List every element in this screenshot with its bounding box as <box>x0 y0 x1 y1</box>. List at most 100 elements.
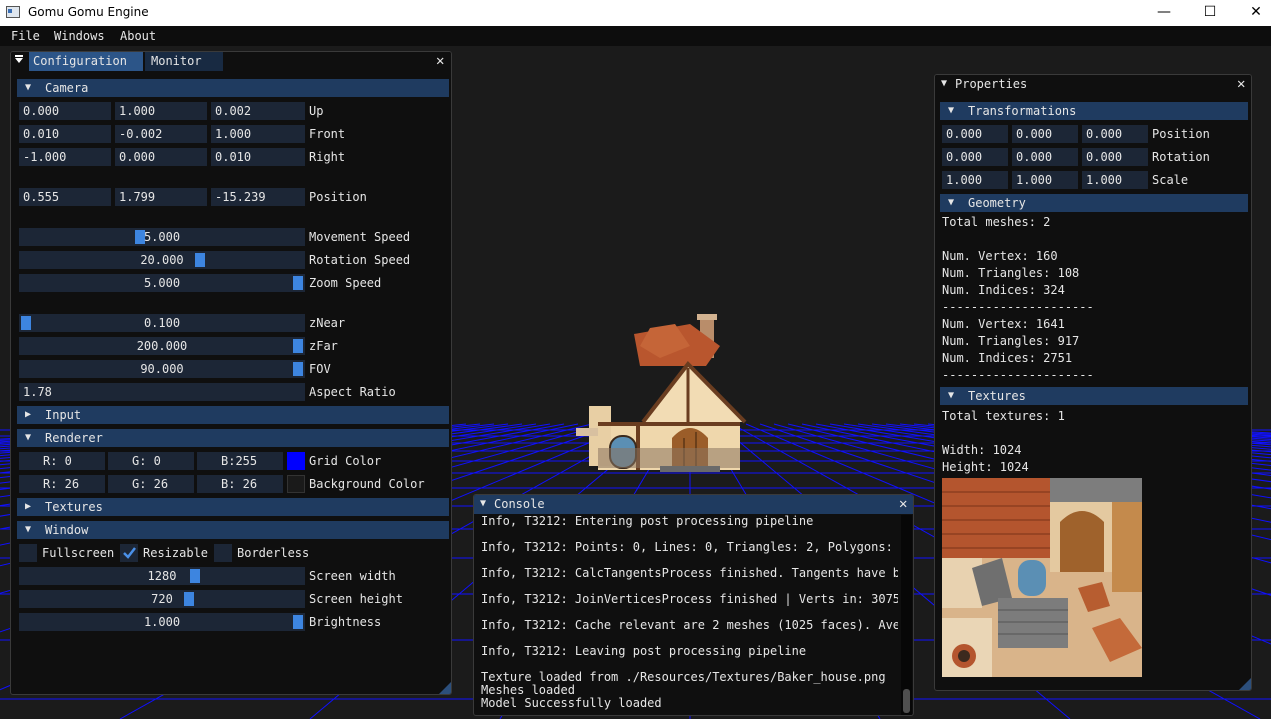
collapsed-arrow-icon: ▶ <box>25 409 32 420</box>
resizable-checkbox[interactable] <box>120 544 138 562</box>
properties-panel: ▼ Properties ✕ ▼ Transformations 0.000 0… <box>934 74 1252 691</box>
window-header-label: Window <box>45 523 89 537</box>
screen-width-slider[interactable]: 1280 <box>19 567 305 585</box>
textures-info-header[interactable]: ▼ Textures <box>940 387 1248 405</box>
config-close-icon[interactable]: ✕ <box>436 52 444 70</box>
rotation-x[interactable]: 0.000 <box>942 148 1008 166</box>
configuration-panel-titlebar: Configuration Monitor ✕ <box>11 52 451 71</box>
resize-grip[interactable] <box>439 682 451 694</box>
camera-right-z[interactable]: 0.010 <box>211 148 305 166</box>
expanded-arrow-icon: ▼ <box>948 197 955 208</box>
scale-z[interactable]: 1.000 <box>1082 171 1148 189</box>
menu-windows[interactable]: Windows <box>54 29 105 43</box>
geometry-line: Num. Triangles: 917 <box>942 334 1080 348</box>
grid-color-g[interactable]: G: 0 <box>108 452 194 470</box>
console-line: Model Successfully loaded <box>481 696 662 710</box>
brightness-slider[interactable]: 1.000 <box>19 613 305 631</box>
camera-front-y[interactable]: -0.002 <box>115 125 207 143</box>
geometry-line: Num. Vertex: 1641 <box>942 317 1065 331</box>
console-titlebar: ▼ Console ✕ <box>474 495 913 514</box>
console-scrollbar[interactable] <box>901 515 912 715</box>
maximize-button[interactable]: ☐ <box>1187 0 1233 26</box>
position-z[interactable]: 0.000 <box>1082 125 1148 143</box>
screen-height-slider[interactable]: 720 <box>19 590 305 608</box>
camera-header-label: Camera <box>45 81 89 95</box>
zoom-speed-slider[interactable]: 5.000 <box>19 274 305 292</box>
console-log: Info, T3212: Entering post processing pi… <box>474 515 898 715</box>
camera-up-x[interactable]: 0.000 <box>19 102 111 120</box>
tab-monitor-label: Monitor <box>151 54 202 68</box>
znear-slider[interactable]: 0.100 <box>19 314 305 332</box>
scale-y[interactable]: 1.000 <box>1012 171 1078 189</box>
close-button[interactable]: ✕ <box>1233 0 1271 26</box>
collapsed-arrow-icon: ▶ <box>25 501 32 512</box>
zfar-slider[interactable]: 200.000 <box>19 337 305 355</box>
properties-panel-titlebar: ▼ Properties ✕ <box>935 75 1251 94</box>
camera-up-z[interactable]: 0.002 <box>211 102 305 120</box>
camera-right-y[interactable]: 0.000 <box>115 148 207 166</box>
rotation-y[interactable]: 0.000 <box>1012 148 1078 166</box>
menu-about[interactable]: About <box>120 29 156 43</box>
console-close-icon[interactable]: ✕ <box>899 495 907 513</box>
slider-grab[interactable] <box>293 615 303 629</box>
collapse-arrow-icon[interactable]: ▼ <box>480 498 486 509</box>
slider-grab[interactable] <box>189 569 200 583</box>
geometry-line: --------------------- <box>942 368 1094 382</box>
menu-file[interactable]: File <box>11 29 40 43</box>
collapse-arrow-icon[interactable]: ▼ <box>941 78 947 89</box>
textures-header[interactable]: ▶ Textures <box>17 498 449 516</box>
console-scroll-thumb[interactable] <box>903 689 910 713</box>
scale-x[interactable]: 1.000 <box>942 171 1008 189</box>
borderless-checkbox[interactable] <box>214 544 232 562</box>
texture-line: Width: 1024 <box>942 443 1022 457</box>
background-color-swatch[interactable] <box>287 475 305 493</box>
grid-color-swatch[interactable] <box>287 452 305 470</box>
slider-grab[interactable] <box>21 316 31 330</box>
grid-color-b[interactable]: B:255 <box>197 452 283 470</box>
position-x[interactable]: 0.000 <box>942 125 1008 143</box>
position-label: Position <box>1152 127 1210 141</box>
aspect-ratio-field[interactable]: 1.78 <box>19 383 305 401</box>
background-color-b[interactable]: B: 26 <box>197 475 283 493</box>
properties-close-icon[interactable]: ✕ <box>1237 75 1245 93</box>
rotation-label: Rotation <box>1152 150 1210 164</box>
camera-header[interactable]: ▼ Camera <box>17 79 449 97</box>
rotation-speed-slider[interactable]: 20.000 <box>19 251 305 269</box>
camera-position-z[interactable]: -15.239 <box>211 188 305 206</box>
camera-position-y[interactable]: 1.799 <box>115 188 207 206</box>
movement-speed-slider[interactable]: 5.000 <box>19 228 305 246</box>
tab-monitor[interactable]: Monitor <box>145 52 223 71</box>
tab-configuration[interactable]: Configuration <box>29 52 143 71</box>
rotation-z[interactable]: 0.000 <box>1082 148 1148 166</box>
background-color-label: Background Color <box>309 477 425 491</box>
window-header[interactable]: ▼ Window <box>17 521 449 539</box>
camera-right-x[interactable]: -1.000 <box>19 148 111 166</box>
transformations-header[interactable]: ▼ Transformations <box>940 102 1248 120</box>
slider-grab[interactable] <box>293 276 303 290</box>
renderer-header[interactable]: ▼ Renderer <box>17 429 449 447</box>
camera-position-x[interactable]: 0.555 <box>19 188 111 206</box>
minimize-button[interactable]: — <box>1141 0 1187 26</box>
background-color-r[interactable]: R: 26 <box>19 475 105 493</box>
geometry-header[interactable]: ▼ Geometry <box>940 194 1248 212</box>
fov-slider[interactable]: 90.000 <box>19 360 305 378</box>
slider-grab[interactable] <box>293 362 303 376</box>
slider-grab[interactable] <box>195 253 206 267</box>
camera-up-label: Up <box>309 104 324 118</box>
camera-up-y[interactable]: 1.000 <box>115 102 207 120</box>
input-header[interactable]: ▶ Input <box>17 406 449 424</box>
slider-grab[interactable] <box>184 592 195 606</box>
movement-speed-value: 5.000 <box>143 230 181 244</box>
slider-grab[interactable] <box>293 339 303 353</box>
background-color-g[interactable]: G: 26 <box>108 475 194 493</box>
properties-title: Properties <box>955 77 1028 91</box>
camera-front-x[interactable]: 0.010 <box>19 125 111 143</box>
transformations-header-label: Transformations <box>968 104 1077 118</box>
camera-front-z[interactable]: 1.000 <box>211 125 305 143</box>
fullscreen-checkbox[interactable] <box>19 544 37 562</box>
position-y[interactable]: 0.000 <box>1012 125 1078 143</box>
grid-color-r[interactable]: R: 0 <box>19 452 105 470</box>
app-icon <box>6 6 20 18</box>
collapse-menu-icon[interactable] <box>15 55 25 65</box>
resize-grip[interactable] <box>1239 678 1251 690</box>
